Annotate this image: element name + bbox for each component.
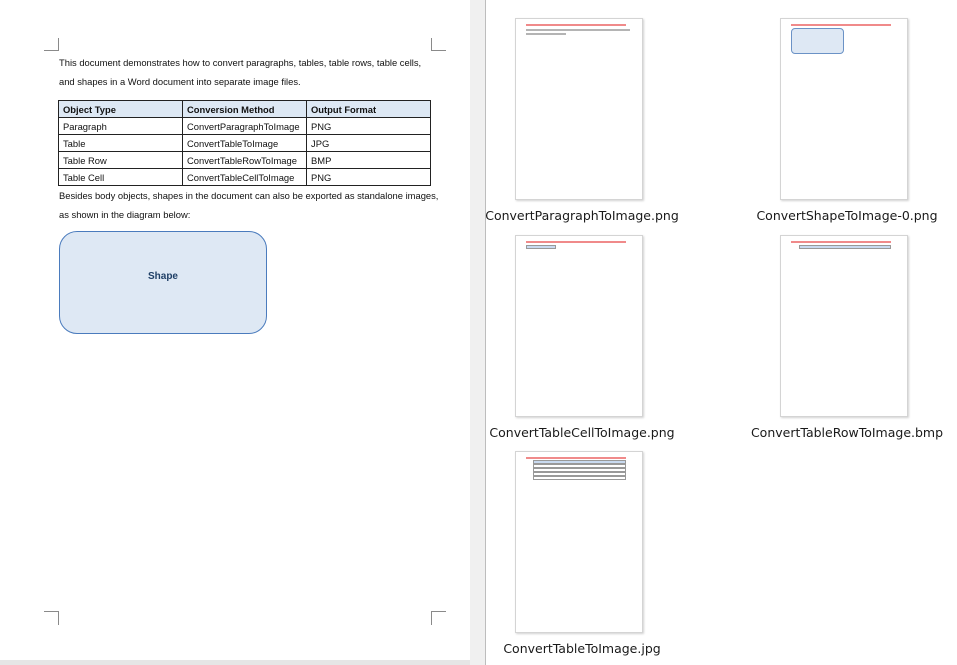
file-item[interactable]: ConvertParagraphToImage.png xyxy=(485,18,686,234)
file-thumbnail xyxy=(780,18,908,200)
header-conversion-method: Conversion Method xyxy=(182,100,307,118)
file-name: ConvertTableCellToImage.png xyxy=(489,425,675,440)
corner-mark-bottom-left xyxy=(44,611,59,625)
table-cell[interactable]: Table Cell xyxy=(58,168,183,186)
thumbnail-shape xyxy=(791,28,844,54)
table-cell[interactable]: BMP xyxy=(306,151,431,169)
horizontal-scrollbar[interactable] xyxy=(0,660,470,665)
thumbnail-warning-line xyxy=(526,457,626,459)
corner-mark-bottom-right xyxy=(431,611,446,625)
corner-mark-top-right xyxy=(431,38,446,51)
table-row: Table ConvertTableToImage JPG xyxy=(58,134,431,152)
rounded-rectangle-shape[interactable]: Shape xyxy=(59,231,267,334)
thumbnail-warning-line xyxy=(791,24,891,26)
table-cell[interactable]: ConvertParagraphToImage xyxy=(182,117,307,135)
thumbnail-table-cell xyxy=(526,245,556,249)
file-item[interactable]: ConvertTableToImage.jpg xyxy=(486,451,686,665)
file-thumbnail xyxy=(515,235,643,417)
file-name: ConvertParagraphToImage.png xyxy=(485,208,679,223)
thumbnail-text-line xyxy=(526,29,630,31)
table-row: Paragraph ConvertParagraphToImage PNG xyxy=(58,117,431,135)
table-row: Table Row ConvertTableRowToImage BMP xyxy=(58,151,431,169)
thumbnail-warning-line xyxy=(526,24,626,26)
file-name: ConvertTableToImage.jpg xyxy=(503,641,661,656)
file-thumbnail xyxy=(515,18,643,200)
corner-mark-top-left xyxy=(44,38,59,51)
intro-paragraph[interactable]: This document demonstrates how to conver… xyxy=(59,53,439,91)
thumbnail-warning-line xyxy=(526,241,626,243)
table-cell[interactable]: ConvertTableCellToImage xyxy=(182,168,307,186)
besides-paragraph[interactable]: Besides body objects, shapes in the docu… xyxy=(59,186,439,224)
table-cell[interactable]: JPG xyxy=(306,134,431,152)
file-item[interactable]: ConvertTableRowToImage.bmp xyxy=(751,235,951,451)
table-cell[interactable]: Table xyxy=(58,134,183,152)
table-cell[interactable]: Table Row xyxy=(58,151,183,169)
table-header-row: Object Type Conversion Method Output For… xyxy=(58,100,431,118)
header-output-format: Output Format xyxy=(306,100,431,118)
table-cell[interactable]: PNG xyxy=(306,117,431,135)
file-name: ConvertShapeToImage-0.png xyxy=(756,208,938,223)
file-thumbnail xyxy=(780,235,908,417)
thumbnail-table-row xyxy=(799,245,891,249)
file-item[interactable]: ConvertShapeToImage-0.png xyxy=(751,18,951,234)
table-cell[interactable]: ConvertTableToImage xyxy=(182,134,307,152)
thumbnail-text-line xyxy=(526,33,566,35)
table-cell[interactable]: Paragraph xyxy=(58,117,183,135)
table-row: Table Cell ConvertTableCellToImage PNG xyxy=(58,168,431,186)
file-item[interactable]: ConvertTableCellToImage.png xyxy=(486,235,686,451)
thumbnail-warning-line xyxy=(791,241,891,243)
pane-gutter xyxy=(470,0,485,665)
shape-label: Shape xyxy=(147,271,178,282)
header-object-type: Object Type xyxy=(58,100,183,118)
conversion-table[interactable]: Object Type Conversion Method Output For… xyxy=(58,100,431,186)
file-name: ConvertTableRowToImage.bmp xyxy=(750,425,944,440)
table-cell[interactable]: ConvertTableRowToImage xyxy=(182,151,307,169)
table-cell[interactable]: PNG xyxy=(306,168,431,186)
thumbnail-table-row xyxy=(533,476,626,480)
file-thumbnail-view: ConvertParagraphToImage.png ConvertShape… xyxy=(485,0,957,665)
document-page: This document demonstrates how to conver… xyxy=(0,0,470,665)
file-thumbnail xyxy=(515,451,643,633)
